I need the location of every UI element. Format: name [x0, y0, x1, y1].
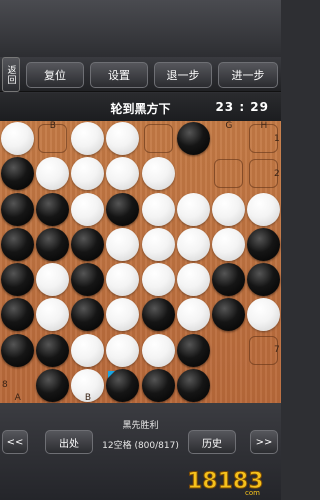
white-disc	[211, 227, 245, 261]
black-disc	[36, 333, 70, 367]
game-clock: 23 : 29	[215, 100, 269, 114]
black-disc	[71, 298, 105, 332]
white-disc	[176, 192, 210, 226]
white-disc	[176, 227, 210, 261]
white-disc	[36, 298, 70, 332]
black-disc	[211, 298, 245, 332]
black-disc	[1, 227, 34, 261]
empty-cell[interactable]	[246, 368, 281, 403]
legal-move-hint[interactable]	[143, 124, 173, 153]
white-disc	[71, 333, 105, 367]
top-bar	[0, 0, 281, 57]
history-button[interactable]: 历史	[188, 430, 236, 454]
othello-board[interactable]: B G H A B 1 2 7 8	[0, 121, 281, 403]
redo-button[interactable]: 进一步	[218, 62, 278, 88]
row-label: 7	[274, 345, 280, 356]
black-disc	[1, 298, 34, 332]
white-disc	[1, 122, 34, 155]
white-disc	[246, 192, 280, 226]
white-disc	[36, 157, 70, 191]
black-disc	[36, 192, 70, 226]
black-disc	[71, 227, 105, 261]
empty-cell[interactable]	[176, 156, 211, 191]
logo-sub: com	[245, 489, 260, 496]
next-game-button[interactable]: >>	[250, 430, 278, 454]
white-disc	[141, 333, 175, 367]
result-text: 黑先胜利	[122, 421, 159, 431]
white-disc	[106, 227, 140, 261]
white-disc	[106, 122, 140, 155]
legal-move-hint[interactable]	[213, 159, 243, 189]
site-logo: 18183 com	[187, 469, 265, 497]
black-disc	[246, 227, 280, 261]
black-disc	[1, 192, 34, 226]
white-disc	[176, 263, 210, 296]
black-disc	[176, 122, 210, 155]
empty-cell[interactable]	[211, 368, 246, 403]
black-disc	[176, 368, 210, 402]
row-label: 2	[274, 168, 280, 179]
column-label: G	[225, 121, 233, 131]
column-label: H	[260, 121, 268, 131]
black-disc	[141, 298, 175, 332]
black-disc	[36, 227, 70, 261]
white-disc	[106, 263, 140, 296]
black-disc	[106, 368, 140, 402]
column-label: B	[49, 121, 56, 131]
back-button[interactable]: 返回	[2, 57, 20, 92]
white-disc	[71, 157, 105, 191]
white-disc	[106, 333, 140, 367]
black-disc	[1, 263, 34, 296]
black-disc	[106, 192, 140, 226]
white-disc	[141, 157, 175, 191]
black-disc	[141, 368, 175, 402]
white-disc	[141, 192, 175, 226]
settings-button[interactable]: 设置	[90, 62, 148, 88]
white-disc	[71, 192, 105, 226]
black-disc	[211, 263, 245, 296]
white-disc	[176, 298, 210, 332]
status-bar: 轮到黑方下 23 : 29	[0, 93, 281, 121]
white-disc	[141, 227, 175, 261]
white-disc	[246, 298, 280, 332]
row-label: 8	[2, 380, 8, 391]
undo-button[interactable]: 退一步	[154, 62, 212, 88]
black-disc	[176, 333, 210, 367]
row-label: 1	[274, 133, 280, 144]
white-disc	[71, 122, 105, 155]
column-label: A	[14, 393, 21, 403]
empty-cell[interactable]	[211, 333, 246, 368]
black-disc	[1, 333, 34, 367]
black-disc	[246, 263, 280, 296]
white-disc	[211, 192, 245, 226]
black-disc	[1, 157, 34, 191]
black-disc	[36, 368, 70, 402]
column-label: B	[84, 393, 91, 403]
reset-button[interactable]: 复位	[26, 62, 84, 88]
white-disc	[36, 263, 70, 296]
empties-count: 12空格 (800/817)	[102, 441, 179, 451]
white-disc	[141, 263, 175, 296]
black-disc	[71, 263, 105, 296]
white-disc	[106, 298, 140, 332]
white-disc	[106, 157, 140, 191]
